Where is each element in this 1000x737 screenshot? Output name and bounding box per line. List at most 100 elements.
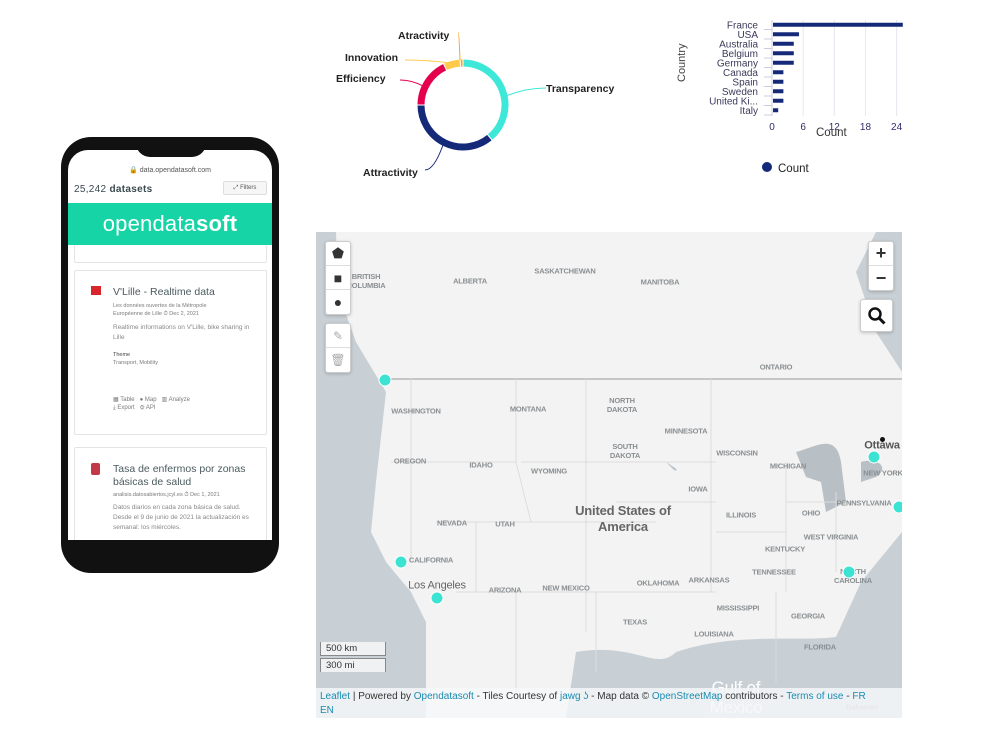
filters-label: Filters	[240, 185, 257, 191]
bar[interactable]	[773, 51, 794, 56]
map-marker[interactable]	[394, 555, 408, 569]
zoom-out-button[interactable]: −	[869, 266, 893, 290]
edit-icon[interactable]: ✎	[326, 324, 350, 348]
bar[interactable]	[773, 22, 903, 27]
analyze-action[interactable]: ▥ Analyze	[162, 397, 190, 403]
bar[interactable]	[773, 60, 794, 65]
bar[interactable]	[773, 89, 784, 94]
map-marker[interactable]	[378, 373, 392, 387]
leader-line	[399, 79, 424, 87]
phone-screen: 🔒 data.opendatasoft.com 25,242 datasets …	[68, 150, 272, 540]
opendatasoft-link[interactable]: Opendatasoft	[414, 691, 474, 702]
search-button[interactable]	[861, 300, 892, 331]
bar[interactable]	[773, 32, 799, 37]
phone-notch	[136, 137, 206, 157]
leaflet-link[interactable]: Leaflet	[320, 691, 350, 702]
x-axis-title: Count	[816, 127, 847, 139]
dataset-card[interactable]: V'Lille - Realtime data Les données ouve…	[74, 270, 267, 435]
bar[interactable]	[773, 41, 794, 46]
opendatasoft-logo: opendatasoft	[68, 203, 272, 245]
map-region-label: UTAH	[495, 519, 515, 529]
map[interactable]: BRITISH COLUMBIA ALBERTA SASKATCHEWAN MANIT…	[316, 232, 902, 718]
donut-slice[interactable]	[462, 58, 510, 142]
map-region-label: NEVADA	[437, 518, 467, 528]
t: - Map data ©	[591, 691, 650, 702]
map-region-label: PENNSYLVANIA	[836, 498, 892, 508]
t: contributors -	[725, 691, 784, 702]
filters-button[interactable]: ⤢ Filters	[223, 181, 267, 195]
l: Export	[117, 405, 135, 411]
lang-en-link[interactable]: EN	[320, 705, 334, 716]
leader-line	[404, 59, 451, 64]
theme-value: Transport, Mobility	[113, 360, 159, 366]
map-attribution: Leaflet | Powered by Opendatasoft - Tile…	[316, 688, 902, 718]
map-region-label: NORTH DAKOTA	[606, 396, 638, 414]
legend-dot-icon	[762, 162, 772, 172]
bar[interactable]	[773, 108, 779, 113]
osm-link[interactable]: OpenStreetMap	[652, 691, 723, 702]
donut-slice[interactable]	[459, 58, 464, 68]
donut-chart	[399, 31, 547, 171]
dataset-description: Realtime informations on V'Lille, bike s…	[113, 324, 250, 341]
api-action[interactable]: ⚙ API	[140, 405, 156, 411]
donut-slice[interactable]	[416, 62, 448, 106]
map-region-label: IOWA	[688, 484, 708, 494]
dataset-card[interactable]: Tasa de enfermos por zonas básicas de sa…	[74, 447, 267, 540]
scale-mi: 300 mi	[320, 658, 386, 672]
label-transparency: Transparency	[546, 83, 615, 95]
legend-label: Count	[778, 163, 809, 175]
draw-rectangle-button[interactable]: ■	[326, 266, 350, 290]
bar[interactable]	[773, 79, 784, 84]
dataset-title[interactable]: V'Lille - Realtime data	[113, 286, 215, 299]
map-region-label: WYOMING	[530, 466, 568, 476]
export-action[interactable]: ⤓ Export	[113, 405, 135, 411]
map-region-label: OREGON	[393, 456, 427, 466]
legend-item[interactable]: Count	[762, 162, 809, 175]
count-label: datasets	[109, 184, 153, 195]
leader-line	[424, 144, 444, 171]
x-tick-label: 6	[800, 122, 806, 133]
map-region-label: NEW YORK	[863, 468, 902, 478]
table-action[interactable]: ▦ Table	[113, 397, 135, 403]
dataset-title[interactable]: Tasa de enfermos por zonas básicas de sa…	[113, 463, 253, 489]
map-marker[interactable]	[892, 500, 902, 514]
map-region-label: WEST VIRGINIA	[803, 532, 859, 542]
map-action[interactable]: ● Map	[140, 397, 157, 403]
map-region-label: MANITOBA	[640, 277, 680, 287]
x-tick-label: 18	[860, 122, 872, 133]
dataset-count: 25,242 datasets	[74, 184, 152, 195]
label-atractivity: Atractivity	[398, 30, 450, 42]
map-region-label: ARKANSAS	[688, 575, 730, 585]
l: Map	[144, 397, 157, 403]
donut-slice[interactable]	[416, 104, 494, 152]
publisher2: Européenne de Lille	[113, 311, 162, 317]
publisher: analisis.datosabiertos.jcyl.es	[113, 492, 183, 498]
logo-light: opendata	[102, 211, 197, 236]
jawg-link[interactable]: jawg	[560, 691, 581, 702]
map-region-label: WASHINGTON	[391, 406, 441, 416]
t: - Tiles Courtesy of	[476, 691, 558, 702]
dataset-description: Datos diarios en cada zona básica de sal…	[113, 504, 249, 531]
search-icon	[867, 306, 886, 325]
draw-polygon-button[interactable]: ⬟	[326, 242, 350, 266]
map-region-label: MISSISSIPPI	[716, 603, 760, 613]
t: | Powered by	[352, 691, 411, 702]
draw-circle-button[interactable]: ●	[326, 290, 350, 314]
map-marker[interactable]	[842, 565, 856, 579]
action-row: ▦ Table ● Map ▥ Analyze ⤓ Export ⚙ API	[113, 396, 190, 412]
map-marker[interactable]	[867, 450, 881, 464]
bar[interactable]	[773, 98, 784, 103]
y-tick-label: Italy	[740, 106, 758, 117]
map-region-label: MINNESOTA	[664, 426, 708, 436]
map-region-label: ILLINOIS	[725, 510, 757, 520]
map-region-label: GEORGIA	[790, 611, 826, 621]
donut-slice[interactable]	[442, 58, 462, 72]
map-region-label: TEXAS	[622, 617, 648, 627]
label-attractivity: Attractivity	[363, 167, 418, 179]
zoom-in-button[interactable]: +	[869, 242, 893, 266]
bar[interactable]	[773, 70, 784, 75]
lang-fr-link[interactable]: FR	[852, 691, 865, 702]
delete-icon[interactable]: 🗑	[326, 348, 350, 372]
terms-link[interactable]: Terms of use	[786, 691, 843, 702]
map-marker[interactable]	[430, 591, 444, 605]
